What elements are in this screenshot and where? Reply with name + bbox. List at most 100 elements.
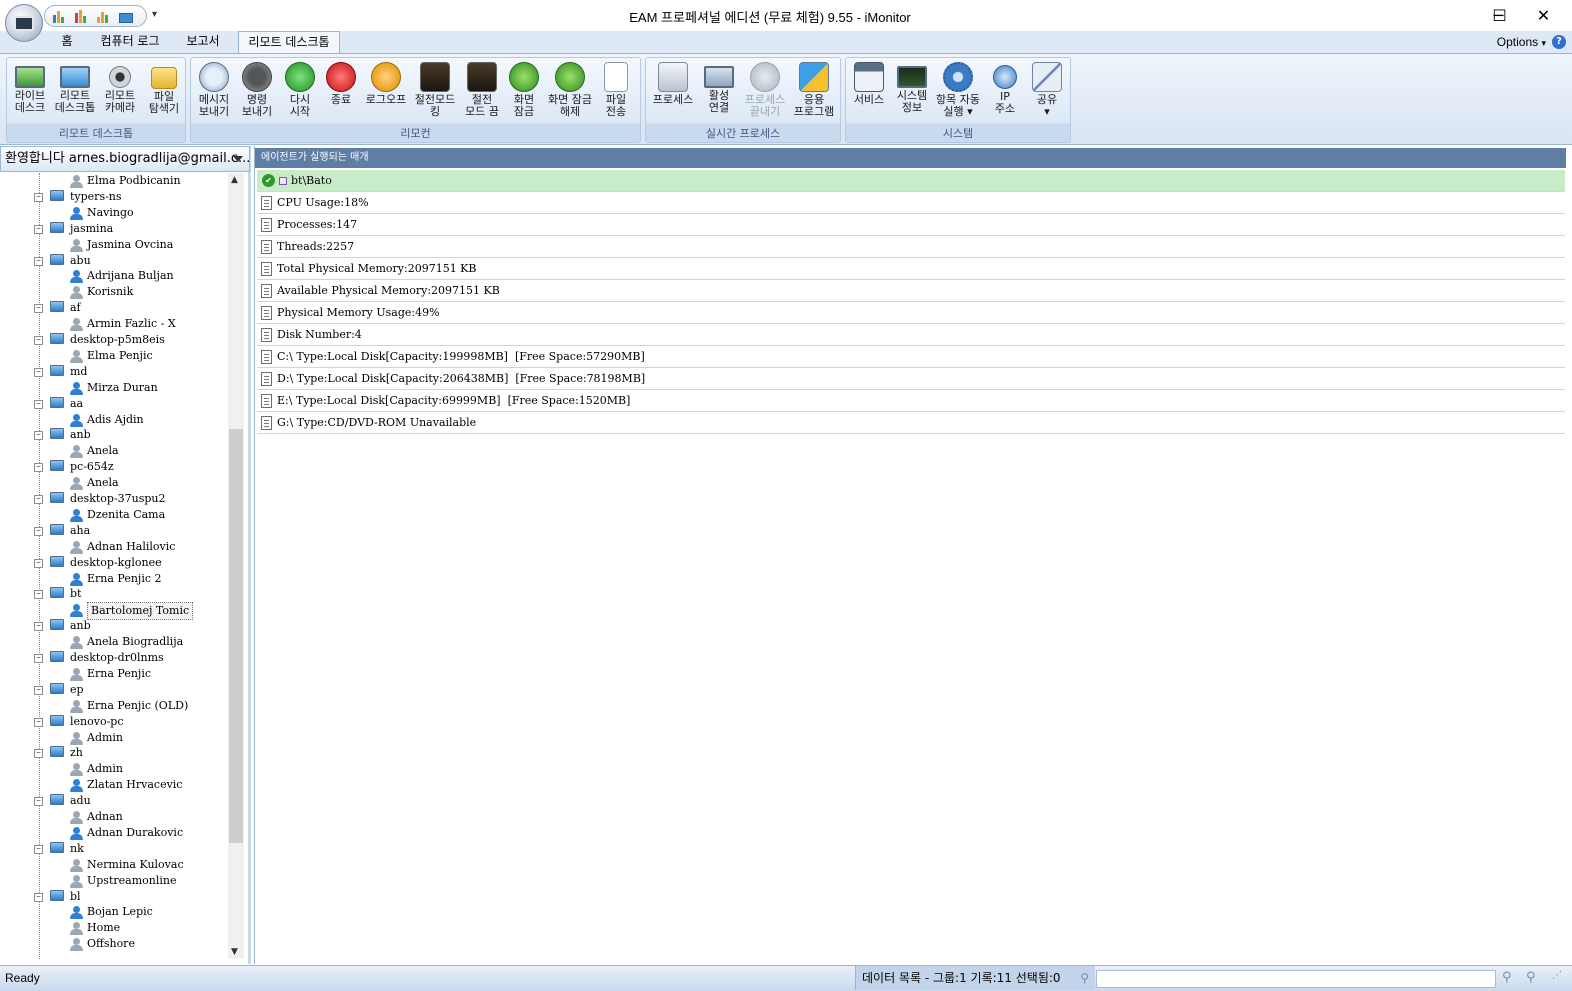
maximize-button[interactable]: ☐ xyxy=(1477,0,1522,30)
collapse-icon[interactable]: – xyxy=(34,622,43,632)
status-search-input[interactable] xyxy=(1096,970,1496,988)
tree-user-node[interactable]: Adis Ajdin xyxy=(4,412,228,428)
tree-computer-node[interactable]: – af xyxy=(4,300,228,316)
tree-user-node[interactable]: Adnan Halilovic xyxy=(4,539,228,555)
restart-button[interactable]: 다시 시작 xyxy=(279,62,321,124)
tree-user-node[interactable]: Bartolomej Tomic xyxy=(4,602,228,621)
collapse-icon[interactable]: – xyxy=(34,654,43,663)
help-icon[interactable]: ? xyxy=(1552,35,1566,49)
collapse-icon[interactable]: – xyxy=(34,399,43,409)
tree-user-node[interactable]: Bojan Lepic xyxy=(4,904,228,920)
ip-address-button[interactable]: IP 주소 xyxy=(984,62,1026,124)
tree-user-node[interactable]: Admin xyxy=(4,761,228,777)
detail-row[interactable]: CPU Usage:18% xyxy=(257,192,1565,214)
collapse-icon[interactable]: – xyxy=(34,336,43,345)
tree-user-node[interactable]: Korisnik xyxy=(4,284,228,300)
detail-row[interactable]: G:\ Type:CD/DVD-ROM Unavailable xyxy=(257,412,1565,434)
remote-camera-button[interactable]: 리모트 카메라 xyxy=(99,62,141,124)
lock-screen-button[interactable]: 화면 잠금 xyxy=(503,62,545,124)
tree-computer-node[interactable]: – anb xyxy=(4,427,228,443)
tree-computer-node[interactable]: – desktop-p5m8eis xyxy=(4,332,228,348)
share-button[interactable]: 공유 ▾ xyxy=(1026,62,1068,124)
tree-computer-node[interactable]: – lenovo-pc xyxy=(4,714,228,730)
tab-remote-desktop[interactable]: 리모트 데스크톱 xyxy=(238,31,340,54)
welcome-dropdown[interactable]: 환영합니다 arnes.biogradlija@gmail.c... xyxy=(0,146,250,172)
tree-computer-node[interactable]: – aa xyxy=(4,396,228,412)
collapse-icon[interactable]: – xyxy=(34,558,43,568)
autorun-button[interactable]: 항목 자동 실행 ▾ xyxy=(933,62,983,124)
remote-desktop-button[interactable]: 리모트 데스크톱 xyxy=(54,62,96,124)
collapse-icon[interactable]: – xyxy=(34,685,43,695)
collapse-icon[interactable]: – xyxy=(34,304,43,314)
collapse-icon[interactable]: – xyxy=(34,844,43,854)
collapse-icon[interactable]: – xyxy=(34,797,43,807)
tree-computer-node[interactable]: – anb xyxy=(4,618,228,634)
options-menu[interactable]: Options ▾ xyxy=(1497,35,1546,49)
unlock-screen-button[interactable]: 화면 잠금 해제 xyxy=(545,62,595,124)
scroll-down-icon[interactable]: ▼ xyxy=(231,947,238,957)
tree-user-node[interactable]: Jasmina Ovcina xyxy=(4,237,228,253)
detail-row[interactable]: Total Physical Memory:2097151 KB xyxy=(257,258,1565,280)
detail-row[interactable]: Physical Memory Usage:49% xyxy=(257,302,1565,324)
collapse-icon[interactable]: – xyxy=(34,367,43,377)
tree-computer-node[interactable]: – ep xyxy=(4,682,228,698)
tree-user-node[interactable]: Upstreamonline xyxy=(4,873,228,889)
collapse-icon[interactable]: – xyxy=(34,224,43,234)
tree-user-node[interactable]: Anela Biogradlija xyxy=(4,634,228,650)
services-button[interactable]: 서비스 xyxy=(848,62,890,124)
tree-user-node[interactable]: Navingo xyxy=(4,205,228,221)
tree-computer-node[interactable]: – abu xyxy=(4,253,228,269)
collapse-icon[interactable]: – xyxy=(34,717,43,727)
tree-user-node[interactable]: Dzenita Cama xyxy=(4,507,228,523)
tree-computer-node[interactable]: – bt xyxy=(4,586,228,602)
tree-user-node[interactable]: Armin Fazlic - X xyxy=(4,316,228,332)
zoom-out-icon[interactable]: ⚲ xyxy=(1526,970,1542,986)
shutdown-button[interactable]: 종료 xyxy=(320,62,362,124)
tab-computer-log[interactable]: 컴퓨터 로그 xyxy=(92,31,168,53)
sleep-mode-button[interactable]: 절전모드 킹 xyxy=(412,62,458,124)
file-explorer-button[interactable]: 파일 탐색기 xyxy=(143,62,185,124)
active-connections-button[interactable]: 활성 연결 xyxy=(698,62,740,124)
tree-computer-node[interactable]: – aha xyxy=(4,523,228,539)
end-process-button[interactable]: 프로세스 끝내기 xyxy=(742,62,788,124)
collapse-icon[interactable]: – xyxy=(34,463,43,473)
applications-button[interactable]: 응용 프로그램 xyxy=(790,62,838,124)
scrollbar-thumb[interactable] xyxy=(229,429,243,843)
tree-computer-node[interactable]: – jasmina xyxy=(4,221,228,237)
tree-user-node[interactable]: Mirza Duran xyxy=(4,380,228,396)
detail-row[interactable]: Threads:2257 xyxy=(257,236,1565,258)
tree-computer-node[interactable]: – pc-654z xyxy=(4,459,228,475)
tree-user-node[interactable]: Anela xyxy=(4,443,228,459)
detail-row[interactable]: Available Physical Memory:2097151 KB xyxy=(257,280,1565,302)
collapse-icon[interactable]: – xyxy=(34,590,43,600)
collapse-icon[interactable]: – xyxy=(34,192,43,202)
tree-user-node[interactable]: Erna Penjic 2 xyxy=(4,571,228,587)
tab-reports[interactable]: 보고서 xyxy=(176,31,230,53)
collapse-icon[interactable]: – xyxy=(34,256,43,266)
tree-user-node[interactable]: Erna Penjic xyxy=(4,666,228,682)
tree-user-node[interactable]: Zlatan Hrvacevic xyxy=(4,777,228,793)
tree-computer-node[interactable]: – bl xyxy=(4,889,228,905)
collapse-icon[interactable]: – xyxy=(34,431,43,441)
collapse-icon[interactable]: – xyxy=(34,495,43,504)
tree-user-node[interactable]: Adnan xyxy=(4,809,228,825)
send-command-button[interactable]: 명령 보내기 xyxy=(236,62,278,124)
tree-computer-node[interactable]: – adu xyxy=(4,793,228,809)
detail-row[interactable]: C:\ Type:Local Disk[Capacity:199998MB] [… xyxy=(257,346,1565,368)
close-button[interactable]: ✕ xyxy=(1521,0,1566,30)
collapse-icon[interactable]: – xyxy=(34,526,43,536)
system-info-button[interactable]: 시스템 정보 xyxy=(891,62,933,124)
tree-computer-node[interactable]: – typers-ns xyxy=(4,189,228,205)
tree-user-node[interactable]: Home xyxy=(4,920,228,936)
tree-scrollbar[interactable]: ▲ ▼ xyxy=(228,173,244,959)
live-desk-button[interactable]: 라이브 데스크 xyxy=(9,62,51,124)
send-message-button[interactable]: 메시지 보내기 xyxy=(193,62,235,124)
tree-computer-node[interactable]: – nk xyxy=(4,841,228,857)
tab-home[interactable]: 홈 xyxy=(52,31,82,53)
tree-user-node[interactable]: Erna Penjic (OLD) xyxy=(4,698,228,714)
collapse-icon[interactable]: – xyxy=(34,892,43,902)
logoff-button[interactable]: 로그오프 xyxy=(363,62,409,124)
collapse-icon[interactable]: – xyxy=(34,749,43,759)
detail-row[interactable]: E:\ Type:Local Disk[Capacity:69999MB] [F… xyxy=(257,390,1565,412)
selected-agent-row[interactable]: ✔ bt\Bato xyxy=(257,170,1565,192)
